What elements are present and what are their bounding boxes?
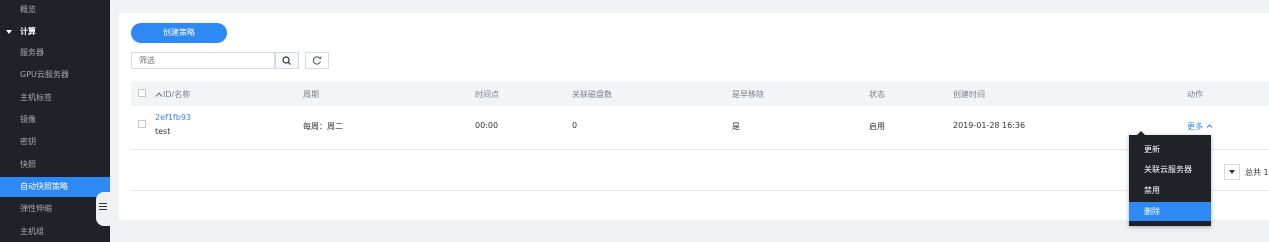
sort-up-icon <box>155 92 163 97</box>
header-time-point: 时间点 <box>475 90 499 99</box>
table-footer: 总共 1 条 <box>131 150 1269 191</box>
header-cycle: 周期 <box>303 90 319 99</box>
menu-caret <box>1137 131 1145 135</box>
create-policy-button[interactable]: 创建策略 <box>131 23 227 43</box>
refresh-icon <box>312 56 322 65</box>
table-header: ID/名称 周期 时间点 关联磁盘数 是早移除 状态 创建时间 动作 <box>131 81 1269 106</box>
table-row: 2ef1fb93 test 每周：周二 00:00 0 是 启用 2019-01… <box>131 106 1269 150</box>
sidebar-item-label: GPU云服务器 <box>20 70 69 79</box>
more-actions-menu: 更新 关联云服务器 禁用 删除 <box>1129 131 1211 226</box>
search-button[interactable] <box>275 52 299 69</box>
main-panel: 创建策略 ID/名称 周期 时间点 关联磁盘数 是早移除 状态 创建时间 动作 … <box>119 13 1269 220</box>
menu-item-update[interactable]: 更新 <box>1129 140 1211 159</box>
policy-name: test <box>155 127 171 136</box>
cell-cycle: 每周：周二 <box>303 122 343 131</box>
sidebar-item-label: 概览 <box>20 5 36 14</box>
sidebar-item-label: 主机标签 <box>20 93 52 102</box>
cell-remove-early: 是 <box>732 122 740 131</box>
sidebar-item-label: 自动快照策略 <box>20 182 68 191</box>
header-disk-count: 关联磁盘数 <box>572 90 612 99</box>
sidebar-item-label: 弹性伸缩 <box>20 204 52 213</box>
menu-item-delete[interactable]: 删除 <box>1129 202 1211 221</box>
sidebar-item-keys[interactable]: 密钥 <box>0 132 110 152</box>
header-status: 状态 <box>869 90 885 99</box>
chevron-down-icon <box>6 30 12 34</box>
filter-input[interactable] <box>131 52 275 69</box>
sidebar-section-compute[interactable]: 计算 <box>0 22 110 42</box>
sidebar-item-host-groups[interactable]: 主机组 <box>0 222 110 242</box>
header-id-name: ID/名称 <box>163 90 191 99</box>
page-size-select[interactable] <box>1224 164 1240 180</box>
cell-disk-count: 0 <box>572 121 578 130</box>
cell-status: 启用 <box>869 122 885 131</box>
sidebar-item-auto-scaling[interactable]: 弹性伸缩 <box>0 199 110 219</box>
policy-id-link[interactable]: 2ef1fb93 <box>155 113 191 122</box>
sidebar: 概览 计算 服务器 GPU云服务器 主机标签 镜像 密钥 快照 自动快照策略 弹… <box>0 0 110 242</box>
sidebar-item-snapshots[interactable]: 快照 <box>0 155 110 175</box>
sidebar-item-host-tags[interactable]: 主机标签 <box>0 88 110 108</box>
sidebar-item-images[interactable]: 镜像 <box>0 110 110 130</box>
sidebar-section-label: 计算 <box>20 27 36 36</box>
sidebar-item-gpu-servers[interactable]: GPU云服务器 <box>0 65 110 85</box>
cell-time-point: 00:00 <box>475 121 499 130</box>
row-checkbox[interactable] <box>138 120 146 128</box>
more-label: 更多 <box>1187 122 1203 131</box>
menu-item-disable[interactable]: 禁用 <box>1129 181 1211 200</box>
sidebar-item-label: 镜像 <box>20 115 36 124</box>
select-all-checkbox[interactable] <box>138 89 146 97</box>
chevron-down-icon <box>1229 170 1235 174</box>
sort-header-id-name[interactable]: ID/名称 <box>155 89 190 100</box>
sidebar-item-label: 密钥 <box>20 137 36 146</box>
sidebar-item-label: 快照 <box>20 160 36 169</box>
more-actions-button[interactable]: 更多 <box>1187 121 1213 132</box>
sidebar-item-auto-snapshot-policy[interactable]: 自动快照策略 <box>0 177 110 197</box>
sidebar-item-label: 服务器 <box>20 48 44 57</box>
sidebar-item-label: 主机组 <box>20 227 44 236</box>
sidebar-collapse-handle[interactable] <box>96 192 110 226</box>
header-remove-early: 是早移除 <box>732 90 764 99</box>
cell-created: 2019-01-28 16:36 <box>953 121 1026 130</box>
sidebar-item-servers[interactable]: 服务器 <box>0 43 110 63</box>
chevron-up-icon <box>1206 124 1212 128</box>
collapse-icon <box>99 203 107 212</box>
search-icon <box>282 56 291 65</box>
menu-item-associate-server[interactable]: 关联云服务器 <box>1129 160 1211 179</box>
sidebar-item-overview[interactable]: 概览 <box>0 0 110 20</box>
header-created: 创建时间 <box>953 90 985 99</box>
refresh-button[interactable] <box>305 52 329 69</box>
header-action: 动作 <box>1187 90 1203 99</box>
total-count: 总共 1 条 <box>1245 168 1269 177</box>
